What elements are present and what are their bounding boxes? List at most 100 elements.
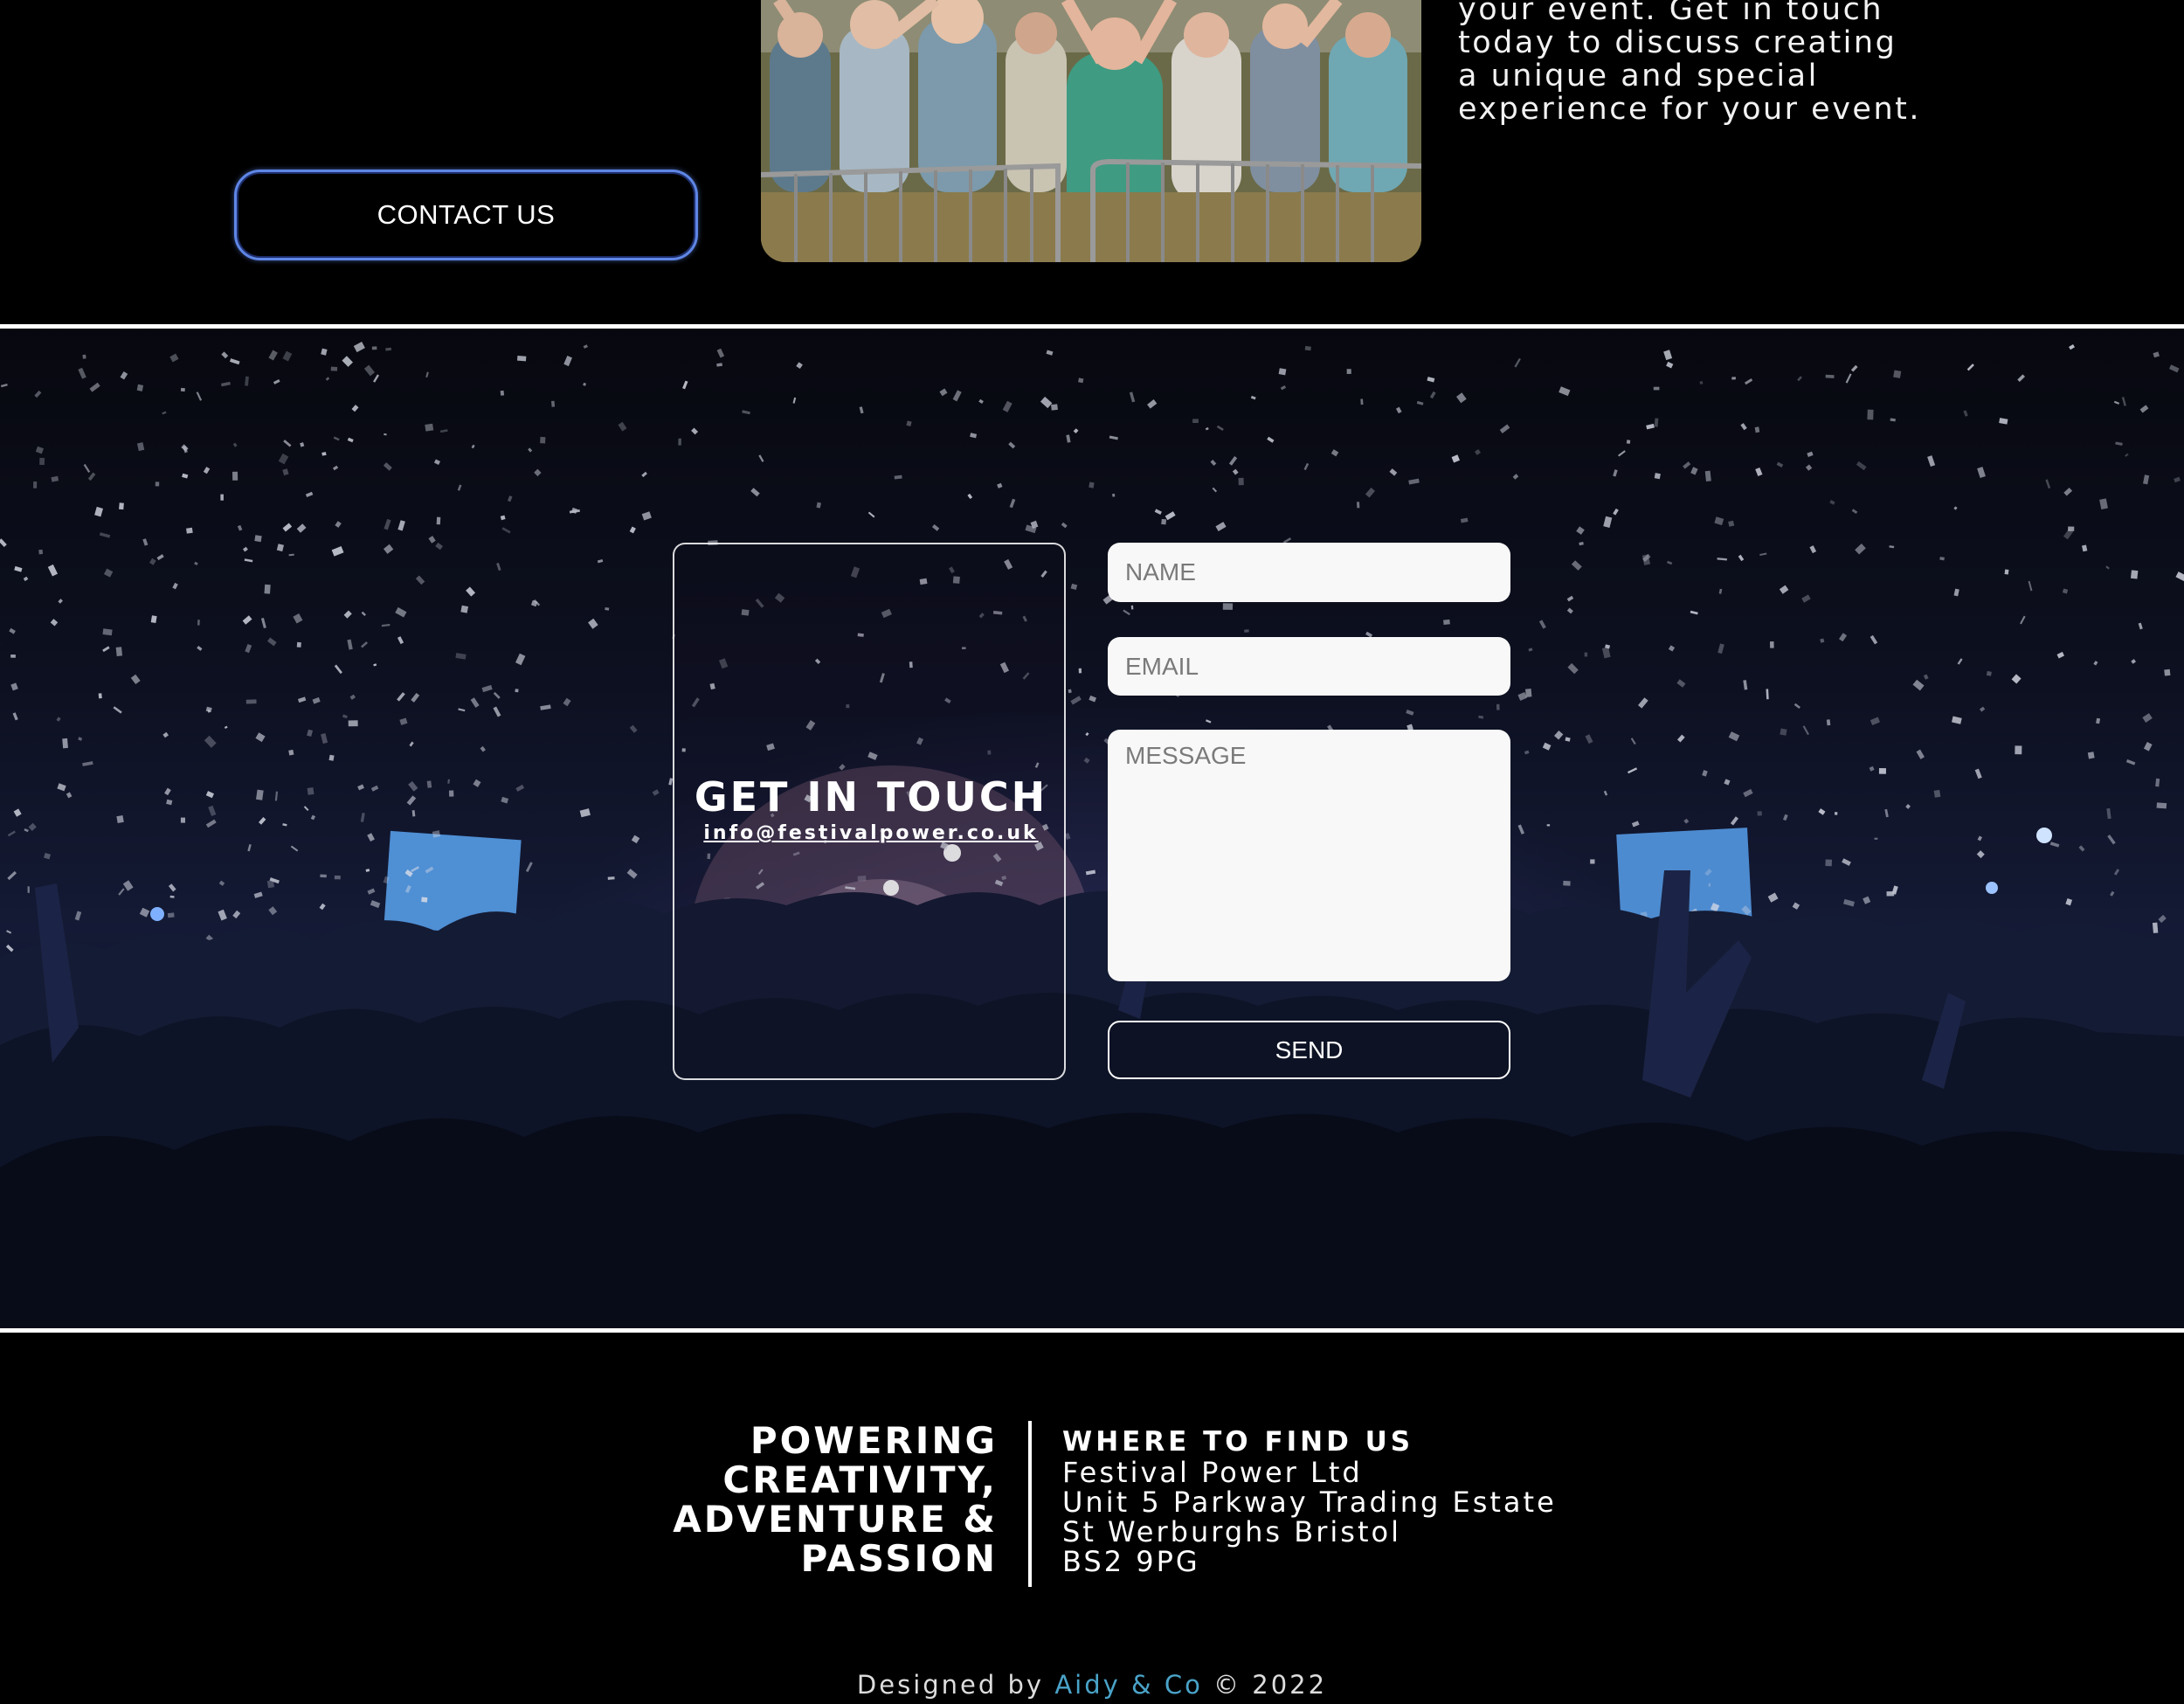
confetti-piece (2065, 898, 2073, 906)
email-input[interactable] (1108, 637, 1510, 696)
confetti-piece (551, 400, 556, 407)
confetti-piece (1953, 506, 1958, 510)
confetti-piece (1576, 526, 1585, 535)
confetti-piece (1666, 361, 1674, 369)
confetti-piece (353, 342, 365, 353)
message-textarea[interactable] (1108, 730, 1510, 981)
confetti-piece (1743, 680, 1748, 690)
confetti-piece (1512, 474, 1519, 480)
contact-us-button[interactable]: CONTACT US (234, 170, 698, 260)
confetti-piece (534, 468, 542, 477)
confetti-piece (1346, 369, 1351, 374)
confetti-piece (2062, 588, 2069, 594)
confetti-piece (1794, 703, 1800, 710)
confetti-piece (1078, 668, 1082, 674)
name-input[interactable] (1108, 543, 1510, 602)
confetti-piece (1663, 350, 1673, 361)
designer-link[interactable]: Aidy & Co (1054, 1670, 1203, 1700)
confetti-piece (13, 808, 22, 817)
confetti-piece (2113, 869, 2120, 876)
confetti-piece (5, 944, 14, 952)
confetti-piece (1267, 436, 1275, 443)
confetti-piece (333, 436, 340, 441)
confetti-piece (1429, 391, 1436, 399)
credit-prefix: Designed by (856, 1670, 1045, 1700)
confetti-piece (245, 644, 252, 654)
confetti-piece (267, 637, 277, 647)
confetti-piece (1613, 469, 1618, 477)
confetti-piece (1767, 892, 1779, 903)
confetti-piece (186, 527, 193, 534)
confetti-piece (1708, 883, 1711, 887)
confetti-piece (1702, 770, 1708, 777)
confetti-piece (411, 810, 416, 817)
confetti-piece (1525, 689, 1532, 697)
confetti-piece (274, 791, 279, 801)
confetti-piece (0, 538, 7, 548)
confetti-piece (303, 806, 309, 812)
confetti-piece (447, 779, 451, 784)
confetti-piece (515, 689, 519, 693)
confetti-piece (56, 717, 61, 722)
send-button[interactable]: SEND (1108, 1021, 1510, 1079)
address-line: BS2 9PG (1062, 1545, 1200, 1578)
confetti-piece (307, 786, 314, 795)
address-line: St Werburghs Bristol (1062, 1515, 1401, 1548)
contact-email-link[interactable]: info@festivalpower.co.uk (674, 822, 1068, 844)
confetti-piece (297, 696, 307, 703)
confetti-piece (203, 467, 211, 474)
confetti-piece (14, 565, 23, 572)
confetti-piece (1743, 788, 1753, 798)
confetti-piece (245, 699, 257, 704)
confetti-piece (1766, 689, 1769, 700)
confetti-piece (678, 438, 681, 446)
confetti-piece (1627, 767, 1638, 774)
address-line: Unit 5 Parkway Trading Estate (1062, 1486, 1557, 1519)
footer-vertical-divider (1028, 1421, 1032, 1587)
confetti-piece (2087, 752, 2095, 759)
confetti-piece (1542, 742, 1552, 751)
confetti-piece (2174, 476, 2181, 483)
confetti-piece (448, 790, 454, 797)
confetti-piece (2131, 659, 2137, 664)
confetti-piece (1757, 811, 1762, 816)
confetti-piece (220, 494, 224, 501)
confetti-piece (978, 398, 984, 404)
confetti-piece (142, 538, 149, 546)
footer: POWERING CREATIVITY, ADVENTURE & PASSION… (0, 1333, 2184, 1704)
confetti-piece (421, 897, 428, 903)
confetti-piece (540, 704, 551, 710)
confetti-piece (365, 869, 370, 872)
confetti-piece (1365, 487, 1375, 498)
confetti-piece (245, 376, 249, 386)
confetti-piece (167, 912, 175, 918)
confetti-piece (435, 542, 443, 551)
confetti-piece (1825, 859, 1832, 867)
confetti-piece (750, 488, 760, 497)
confetti-piece (1357, 502, 1360, 509)
confetti-piece (507, 495, 513, 502)
confetti-piece (1826, 719, 1831, 726)
confetti-piece (631, 835, 640, 844)
confetti-piece (321, 452, 327, 456)
confetti-piece (2017, 374, 2025, 382)
get-in-touch-title: GET IN TOUCH (694, 773, 1048, 821)
confetti-piece (1238, 477, 1244, 486)
confetti-piece (1728, 731, 1740, 742)
confetti-piece (1759, 552, 1767, 557)
confetti-piece (120, 371, 128, 380)
confetti-piece (2106, 807, 2111, 820)
confetti-piece (2082, 544, 2088, 552)
confetti-piece (370, 785, 379, 792)
confetti-piece (1073, 428, 1079, 434)
confetti-piece (1192, 419, 1199, 424)
confetti-piece (78, 737, 83, 741)
confetti-piece (1718, 588, 1723, 594)
confetti-piece (197, 646, 203, 651)
confetti-piece (343, 610, 352, 619)
confetti-piece (2099, 498, 2108, 509)
confetti-piece (1278, 368, 1287, 376)
confetti-piece (367, 833, 375, 842)
confetti-piece (1874, 837, 1878, 840)
confetti-piece (466, 586, 476, 597)
